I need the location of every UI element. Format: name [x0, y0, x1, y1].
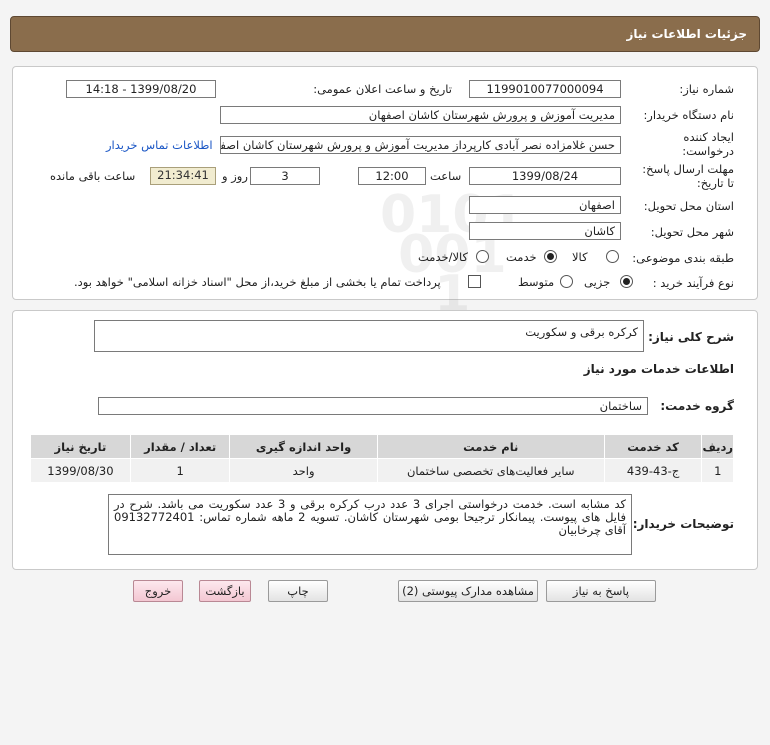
deadline-label-line1: مهلت ارسال پاسخ:	[642, 162, 734, 176]
city-label: شهر محل تحویل:	[650, 225, 734, 239]
cell-need-date: 1399/08/30	[30, 458, 131, 483]
buyer-notes-label: توضیحات خریدار:	[632, 517, 734, 531]
city-field: کاشان	[469, 222, 621, 240]
days-remaining-field: 3	[250, 167, 320, 185]
col-header-need-date: تاریخ نیاز	[30, 434, 131, 459]
need-number-label: شماره نیاز:	[679, 82, 734, 96]
cell-row-number: 1	[701, 458, 734, 483]
page-header: جزئیات اطلاعات نیاز	[10, 16, 760, 52]
back-button[interactable]: بازگشت	[199, 580, 251, 602]
service-group-label: گروه خدمت:	[660, 399, 734, 413]
creator-label: ایجاد کننده درخواست:	[682, 130, 734, 158]
remaining-time-label: ساعت باقی مانده	[50, 169, 136, 183]
province-label: استان محل تحویل:	[643, 199, 734, 213]
category-radio-goods[interactable]	[606, 250, 619, 263]
summary-label: شرح کلی نیاز:	[648, 330, 734, 344]
page-title: جزئیات اطلاعات نیاز	[626, 27, 747, 41]
need-number-field: 1199010077000094	[469, 80, 621, 98]
purchase-radio-medium[interactable]	[560, 275, 573, 288]
col-header-unit: واحد اندازه گیری	[229, 434, 378, 459]
remaining-time-field: 21:34:41	[150, 167, 216, 185]
cell-service-code: ج-43-439	[603, 458, 703, 483]
reply-button[interactable]: پاسخ به نیاز	[546, 580, 656, 602]
category-label: طبقه بندی موضوعی:	[632, 251, 734, 265]
col-header-quantity: تعداد / مقدار	[129, 434, 231, 459]
exit-button[interactable]: خروج	[133, 580, 183, 602]
table-row: 1 ج-43-439 سایر فعالیت‌های تخصصی ساختمان…	[30, 458, 734, 483]
cell-service-name: سایر فعالیت‌های تخصصی ساختمان	[376, 458, 605, 483]
radio-selected-dot	[623, 278, 630, 285]
cell-quantity: 1	[129, 458, 231, 483]
purchase-option-medium: متوسط	[518, 275, 555, 289]
creator-field: حسن غلامزاده نصر آبادی کارپرداز مدیریت آ…	[220, 136, 621, 154]
purchase-option-minor: جزیی	[584, 275, 611, 289]
services-section-title: اطلاعات خدمات مورد نیاز	[583, 362, 734, 376]
category-option-both: کالا/خدمت	[418, 250, 469, 264]
category-radio-service[interactable]	[544, 250, 557, 263]
category-option-goods: کالا	[572, 250, 588, 264]
category-radio-both[interactable]	[476, 250, 489, 263]
deadline-time-field: 12:00	[358, 167, 426, 185]
purchase-radio-minor[interactable]	[620, 275, 633, 288]
attachments-button[interactable]: مشاهده مدارک پیوستی (2)	[398, 580, 538, 602]
category-option-service: خدمت	[506, 250, 537, 264]
creator-label-line2: درخواست:	[682, 144, 734, 158]
services-table: ردیف کد خدمت نام خدمت واحد اندازه گیری ت…	[30, 434, 734, 483]
purchase-type-label: نوع فرآیند خرید :	[652, 276, 734, 290]
summary-field: کرکره برقی و سکوریت	[94, 320, 644, 352]
buyer-contact-link[interactable]: اطلاعات تماس خریدار	[106, 138, 213, 152]
creator-label-line1: ایجاد کننده	[683, 130, 734, 144]
cell-unit: واحد	[229, 458, 378, 483]
treasury-note: پرداخت تمام یا بخشی از مبلغ خرید،از محل …	[74, 275, 441, 289]
table-header-row: ردیف کد خدمت نام خدمت واحد اندازه گیری ت…	[30, 434, 734, 459]
announce-date-field: 1399/08/20 - 14:18	[66, 80, 216, 98]
treasury-checkbox[interactable]	[468, 275, 481, 288]
col-header-service-name: نام خدمت	[376, 434, 605, 459]
col-header-row-number: ردیف	[701, 434, 734, 459]
announce-date-label: تاریخ و ساعت اعلان عمومی:	[313, 82, 452, 96]
deadline-label: مهلت ارسال پاسخ: تا تاریخ:	[642, 162, 734, 190]
buyer-org-field: مدیریت آموزش و پرورش شهرستان کاشان اصفها…	[220, 106, 621, 124]
service-group-field: ساختمان	[98, 397, 648, 415]
radio-selected-dot	[547, 253, 554, 260]
province-field: اصفهان	[469, 196, 621, 214]
deadline-label-line2: تا تاریخ:	[696, 176, 734, 190]
col-header-service-code: کد خدمت	[603, 434, 703, 459]
buyer-notes-field: کد مشابه است. خدمت درخواستی اجرای 3 عدد …	[108, 494, 632, 555]
deadline-date-field: 1399/08/24	[469, 167, 621, 185]
days-label: روز و	[222, 169, 248, 183]
deadline-time-label: ساعت	[430, 169, 462, 183]
print-button[interactable]: چاپ	[268, 580, 328, 602]
buyer-org-label: نام دستگاه خریدار:	[643, 108, 734, 122]
